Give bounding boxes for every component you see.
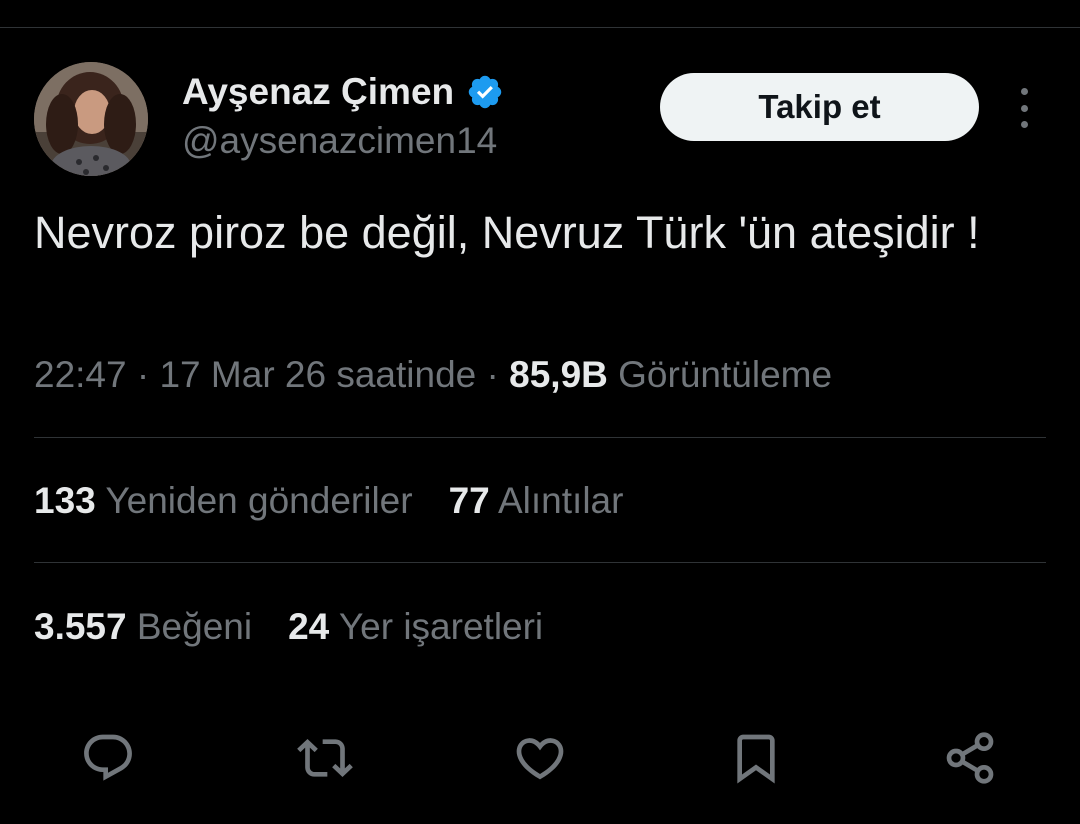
reposts-count: 133 bbox=[34, 480, 96, 521]
bookmarks-label: Yer işaretleri bbox=[338, 606, 544, 647]
author-handle[interactable]: @aysenazcimen14 bbox=[182, 120, 497, 162]
author-name-row[interactable]: Ayşenaz Çimen bbox=[182, 70, 504, 114]
views-label: Görüntüleme bbox=[618, 354, 833, 395]
bookmark-icon[interactable] bbox=[726, 728, 786, 788]
quotes-label: Alıntılar bbox=[498, 480, 624, 521]
more-dot bbox=[1020, 104, 1028, 112]
meta-separator: · bbox=[136, 354, 160, 395]
bookmarks-count: 24 bbox=[288, 606, 330, 647]
verified-badge-icon[interactable] bbox=[466, 73, 504, 111]
tweet-text: Nevroz piroz be değil, Nevruz Türk 'ün a… bbox=[34, 207, 980, 258]
likes-label: Beğeni bbox=[136, 606, 253, 647]
views-count: 85,9B bbox=[509, 354, 608, 395]
divider bbox=[34, 562, 1046, 563]
top-divider bbox=[0, 27, 1080, 28]
more-vertical-icon[interactable] bbox=[1006, 88, 1042, 128]
reposts-stat[interactable]: 133 Yeniden gönderiler bbox=[34, 480, 413, 522]
repost-icon[interactable] bbox=[295, 728, 355, 788]
follow-button[interactable]: Takip et bbox=[660, 73, 979, 141]
quotes-stat[interactable]: 77 Alıntılar bbox=[449, 480, 624, 522]
avatar-image bbox=[34, 62, 148, 176]
more-dot bbox=[1020, 121, 1028, 128]
share-icon[interactable] bbox=[940, 728, 1000, 788]
tweet-meta: 22:47 · 17 Mar 26 saatinde · 85,9B Görün… bbox=[34, 354, 832, 396]
likes-stat[interactable]: 3.557 Beğeni bbox=[34, 606, 252, 648]
bookmarks-stat[interactable]: 24 Yer işaretleri bbox=[288, 606, 543, 648]
quotes-count: 77 bbox=[448, 480, 490, 521]
tweet-time[interactable]: 22:47 bbox=[34, 354, 127, 395]
meta-separator: · bbox=[486, 354, 510, 395]
stats-row-reposts-quotes: 133 Yeniden gönderiler 77 Alıntılar bbox=[34, 480, 659, 522]
reply-icon[interactable] bbox=[78, 728, 138, 788]
stats-row-likes-bookmarks: 3.557 Beğeni 24 Yer işaretleri bbox=[34, 606, 579, 648]
reposts-label: Yeniden gönderiler bbox=[105, 480, 413, 521]
tweet-date[interactable]: 17 Mar 26 saatinde bbox=[159, 354, 476, 395]
heart-icon[interactable] bbox=[510, 728, 570, 788]
author-display-name[interactable]: Ayşenaz Çimen bbox=[182, 71, 454, 113]
avatar[interactable] bbox=[34, 62, 148, 176]
likes-count: 3.557 bbox=[34, 606, 127, 647]
divider bbox=[34, 437, 1046, 438]
more-dot bbox=[1020, 88, 1028, 95]
